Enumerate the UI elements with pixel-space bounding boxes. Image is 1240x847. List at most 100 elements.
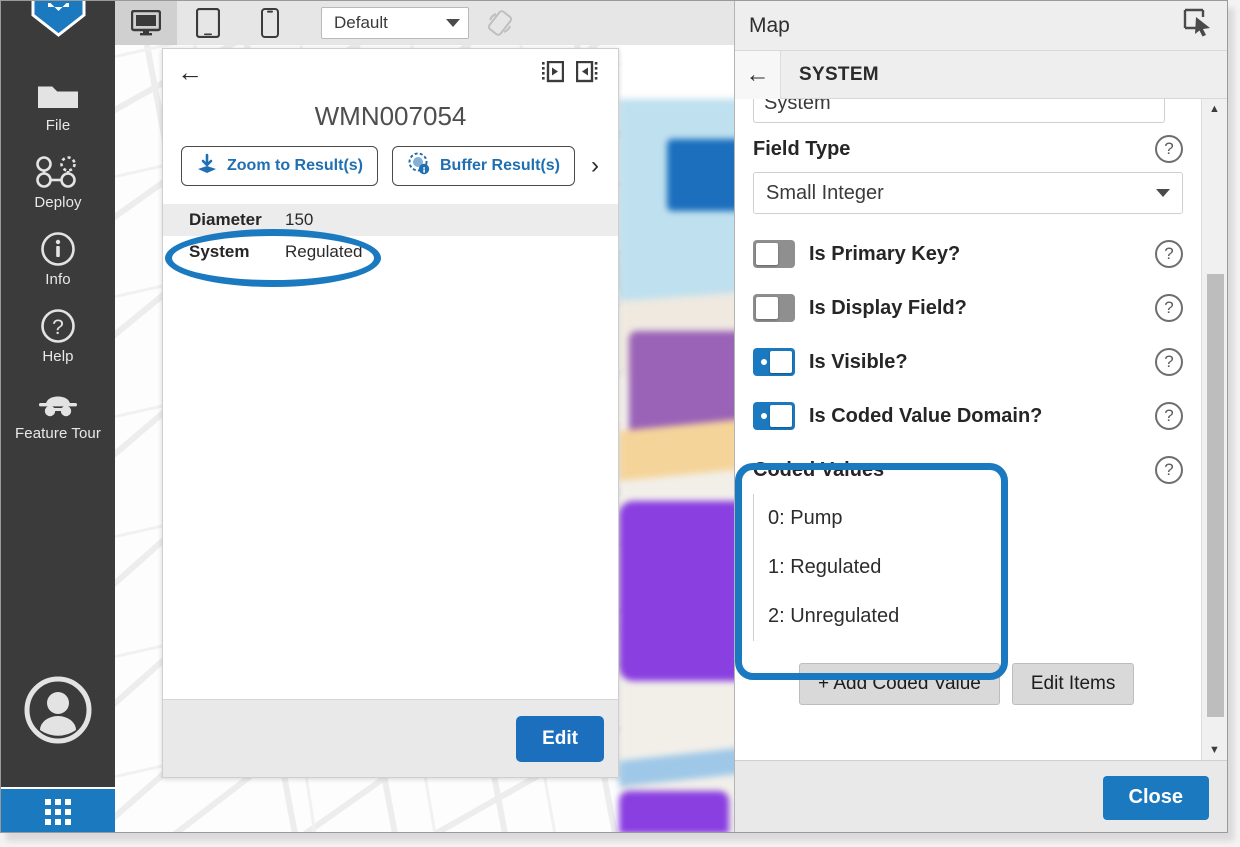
rotate-device-icon [486,9,514,37]
chevron-down-icon [446,19,460,27]
coded-values-title: Coded Values [753,459,1155,482]
sidebar-item-feature-tour[interactable]: Feature Tour [1,373,115,450]
incognito-glasses-icon [35,383,81,423]
tablet-icon [196,8,220,38]
question-circle-icon: ? [40,306,76,346]
sidebar-item-info[interactable]: Info [1,219,115,296]
is-display-field-label: Is Display Field? [809,297,1155,320]
list-item[interactable]: 0: Pump [768,494,1183,543]
is-visible-toggle[interactable] [753,348,795,376]
list-item[interactable]: 1: Regulated [768,543,1183,592]
zoom-to-results-button[interactable]: Zoom to Result(s) [181,146,378,186]
chevron-right-icon[interactable]: › [589,152,601,180]
svg-text:?: ? [52,316,64,339]
chevron-down-icon [1156,189,1170,197]
help-icon[interactable]: ? [1155,240,1183,268]
attribute-value: 150 [285,210,313,230]
buffer-results-button[interactable]: Buffer Result(s) [392,146,575,186]
popup-header: ← [163,49,618,95]
toggle-row-is-primary-key[interactable]: Is Primary Key? ? [753,240,1183,268]
panel-body: Field Type ? Small Integer Is Primary Ke… [735,99,1227,760]
app-logo[interactable] [31,0,86,37]
attribute-value: Regulated [285,242,363,262]
edit-items-button[interactable]: Edit Items [1012,663,1134,705]
app-launcher-grid-icon [45,799,71,825]
list-item[interactable]: 2: Unregulated [768,592,1183,641]
attribute-key: Diameter [189,210,285,230]
panel-title: Map [749,14,1183,38]
coded-values-header: Coded Values ? [753,456,1183,484]
toggle-row-is-display-field[interactable]: Is Display Field? ? [753,294,1183,322]
application-window: Default F [0,0,1228,833]
coded-values-actions: + Add Coded Value Edit Items [753,663,1183,705]
select-pointer-icon[interactable] [1183,8,1213,43]
buffer-icon [407,152,431,181]
app-launcher-button[interactable] [1,787,115,833]
left-navigation-rail: File Deploy [1,1,115,833]
device-preview-toolbar: Default [115,1,735,45]
user-avatar-icon [22,674,94,746]
result-popup-panel: ← [162,48,619,778]
coded-values-section: Coded Values ? 0: Pump 1: Regulated 2: U… [753,456,1183,705]
help-icon[interactable]: ? [1155,402,1183,430]
field-properties-panel: Map ← SYSTEM Field Type [734,1,1227,833]
sidebar-item-label: Feature Tour [15,425,101,442]
tablet-view-button[interactable] [177,1,239,45]
add-coded-value-button[interactable]: + Add Coded Value [799,663,1000,705]
sidebar-item-help[interactable]: ? Help [1,296,115,373]
sidebar-item-label: Help [42,348,73,365]
toggle-row-is-coded-value-domain[interactable]: Is Coded Value Domain? ? [753,402,1183,430]
rail-item-list: File Deploy [1,65,115,450]
is-display-field-toggle[interactable] [753,294,795,322]
is-primary-key-toggle[interactable] [753,240,795,268]
phone-view-button[interactable] [239,1,301,45]
panel-scrollbar[interactable]: ▲ ▼ [1201,99,1227,760]
phone-icon [261,8,279,38]
field-type-label-row: Field Type ? [753,135,1183,163]
sidebar-item-label: File [46,117,71,134]
scrollbar-thumb[interactable] [1207,274,1224,717]
field-name-input[interactable] [753,99,1165,123]
attribute-key: System [189,242,285,262]
help-icon[interactable]: ? [1155,348,1183,376]
dock-panel-left-icon[interactable] [536,55,570,89]
attribute-table: Diameter 150 System Regulated [163,204,618,699]
back-arrow-icon[interactable]: ← [177,59,203,85]
info-circle-icon [40,229,76,269]
sidebar-item-label: Info [45,271,70,288]
sidebar-item-file[interactable]: File [1,65,115,142]
table-row: System Regulated [163,236,618,268]
help-icon[interactable]: ? [1155,135,1183,163]
table-row: Diameter 150 [163,204,618,236]
field-type-group: Field Type ? Small Integer [753,135,1183,214]
preset-select-value: Default [334,13,446,33]
help-icon[interactable]: ? [1155,294,1183,322]
breadcrumb: ← SYSTEM [735,51,1227,99]
is-coded-value-domain-toggle[interactable] [753,402,795,430]
scroll-down-arrow-icon[interactable]: ▼ [1209,744,1220,756]
folder-icon [37,75,79,115]
field-type-select[interactable]: Small Integer [753,172,1183,214]
sidebar-item-deploy[interactable]: Deploy [1,142,115,219]
scroll-up-arrow-icon[interactable]: ▲ [1209,103,1220,115]
toggle-row-is-visible[interactable]: Is Visible? ? [753,348,1183,376]
is-coded-value-domain-label: Is Coded Value Domain? [809,405,1155,428]
help-icon[interactable]: ? [1155,456,1183,484]
panel-footer: Close [735,760,1227,833]
panel-back-button[interactable]: ← [735,51,781,99]
popup-footer: Edit [163,699,618,777]
edit-button[interactable]: Edit [516,716,604,762]
preset-select[interactable]: Default [321,7,469,39]
is-primary-key-label: Is Primary Key? [809,243,1155,266]
coded-values-list: 0: Pump 1: Regulated 2: Unregulated [753,494,1183,641]
desktop-view-button[interactable] [115,1,177,45]
is-visible-label: Is Visible? [809,351,1155,374]
sidebar-item-label: Deploy [34,194,81,211]
close-button[interactable]: Close [1103,776,1209,820]
deploy-network-icon [35,152,81,192]
field-type-label: Field Type [753,138,1155,161]
rotate-device-button[interactable] [483,6,517,40]
page-title: WMN007054 [163,95,618,146]
dock-panel-right-icon[interactable] [570,55,604,89]
avatar[interactable] [1,674,115,746]
